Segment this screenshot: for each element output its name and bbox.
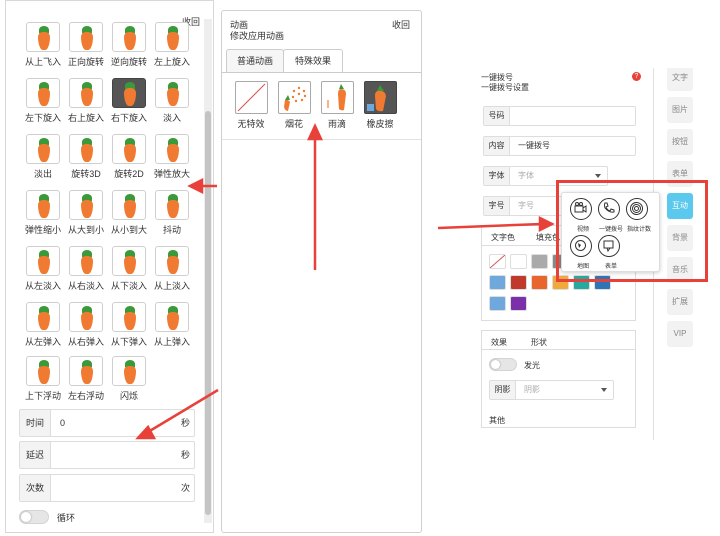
arrow-head-presets bbox=[187, 177, 204, 195]
arrow-head-popup bbox=[538, 215, 555, 233]
arrow-head-fireworks bbox=[307, 123, 323, 141]
screenshot-canvas: 收回 从上飞入 正向旋转 逆向旋转 左上旋入 左下旋入 右上旋入 右下旋入 淡入 淡出 旋转3D 旋… bbox=[0, 0, 720, 536]
arrow-to-delay bbox=[147, 388, 219, 434]
arrow-to-popup bbox=[437, 222, 543, 230]
annotation-arrows bbox=[135, 123, 555, 440]
